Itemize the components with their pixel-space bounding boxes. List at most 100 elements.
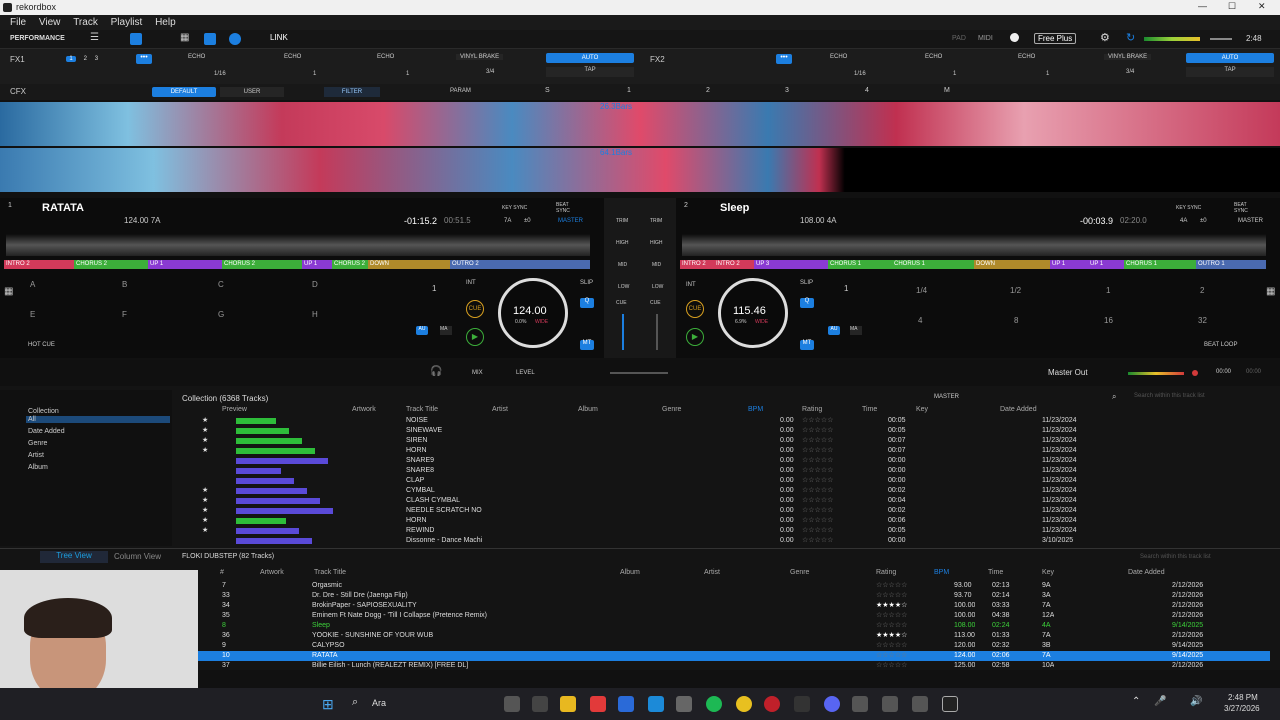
fx-panel-icon[interactable] <box>130 33 142 45</box>
search-input[interactable]: Search within this track list <box>1134 393 1205 399</box>
col-time[interactable]: Time <box>988 569 1003 576</box>
deck2-beat-loop-select[interactable]: BEAT LOOP <box>1204 342 1237 348</box>
rating-stars[interactable]: ☆☆☆☆☆ <box>876 661 907 671</box>
col-track-title[interactable]: Track Title <box>406 406 438 413</box>
deck1-int-button[interactable]: INT <box>466 280 476 286</box>
deck2-cue-button[interactable]: CUE <box>686 300 704 318</box>
deck1-play-button[interactable]: ▶ <box>466 328 484 346</box>
rating-stars[interactable]: ☆☆☆☆☆ <box>802 496 833 506</box>
col-album[interactable]: Album <box>578 406 598 413</box>
table-row[interactable]: ★ ☆☆☆☆☆ SINEWAVE 0.00 00:05 11/23/2024 <box>176 426 1260 436</box>
mixer-low-2[interactable]: LOW <box>652 284 663 290</box>
deck1-ma-button[interactable]: MA <box>440 326 452 335</box>
deck2-key-adjust[interactable]: ±0 <box>1200 218 1207 224</box>
discord-icon[interactable] <box>824 696 840 712</box>
rating-stars[interactable]: ☆☆☆☆☆ <box>802 456 833 466</box>
chrome-icon[interactable] <box>736 696 752 712</box>
table-row[interactable]: ☆☆☆☆☆ 8 Sleep 108.00 02:24 4A 9/14/2025 <box>196 621 1270 631</box>
vscode-icon[interactable] <box>648 696 664 712</box>
preview-waveform[interactable] <box>236 458 328 464</box>
beat-loop-pad-2[interactable]: 2 <box>1200 286 1204 295</box>
beat-loop-pad-1[interactable]: 1 <box>1106 286 1110 295</box>
table-row[interactable]: ★ ☆☆☆☆☆ REWIND 0.00 00:05 11/23/2024 <box>176 526 1260 536</box>
rating-stars[interactable]: ☆☆☆☆☆ <box>876 581 907 591</box>
rating-stars[interactable]: ☆☆☆☆☆ <box>802 516 833 526</box>
info-icon[interactable] <box>1010 33 1019 42</box>
record-indicator[interactable] <box>1192 370 1198 376</box>
link-button[interactable]: LINK <box>270 33 288 42</box>
hot-cue-pad-d[interactable]: D <box>312 280 318 289</box>
col-bpm[interactable]: BPM <box>748 406 763 413</box>
master-out-select[interactable]: Master Out <box>1048 368 1088 377</box>
deck1-au-button[interactable]: AU <box>416 326 428 335</box>
preview-waveform[interactable] <box>236 498 320 504</box>
deck1-zoom-waveform[interactable]: 26.3Bars <box>0 102 1280 146</box>
mixer-mid-2[interactable]: MID <box>652 262 661 268</box>
mixer-low-1[interactable]: LOW <box>618 284 629 290</box>
maximize-button[interactable]: ☐ <box>1228 1 1236 12</box>
search-icon[interactable]: ⌕ <box>1112 392 1116 402</box>
tree-item[interactable]: All <box>26 416 170 423</box>
fx1-more-button[interactable]: ••• <box>136 54 152 64</box>
column-view-tab[interactable]: Column View <box>114 552 161 561</box>
star-icon[interactable]: ★ <box>202 436 208 446</box>
tree-item[interactable]: Date Added <box>28 428 65 435</box>
fx1-beat-3[interactable]: 3 <box>95 56 98 62</box>
rating-stars[interactable]: ☆☆☆☆☆ <box>802 436 833 446</box>
deck2-play-button[interactable]: ▶ <box>686 328 704 346</box>
hot-cue-pad-c[interactable]: C <box>218 280 224 289</box>
tree-item[interactable]: Album <box>28 464 48 471</box>
fx2-effect-4[interactable]: VINYL BRAKE <box>1104 54 1152 60</box>
table-row[interactable]: ☆☆☆☆☆ SNARE9 0.00 00:00 11/23/2024 <box>176 456 1260 466</box>
deck2-pad-toggle-icon[interactable]: ▦ <box>1266 286 1275 297</box>
deck1-beat-sync[interactable]: BEAT SYNC <box>556 202 576 214</box>
deck1-pad-toggle-icon[interactable]: ▦ <box>4 286 13 297</box>
mixer-high-2[interactable]: HIGH <box>650 240 663 246</box>
volume-icon[interactable]: 🔊 <box>1190 696 1202 707</box>
fx1-beat-grid[interactable]: 1 2 3 <box>66 56 116 62</box>
cfx-filter-button[interactable]: FILTER <box>324 87 380 97</box>
col-number[interactable]: # <box>220 569 224 576</box>
rating-stars[interactable]: ☆☆☆☆☆ <box>802 476 833 486</box>
mixer-cue-2[interactable]: CUE <box>650 300 661 306</box>
table-row[interactable]: ★ ☆☆☆☆☆ CLASH CYMBAL 0.00 00:04 11/23/2024 <box>176 496 1260 506</box>
deck1-key-sync[interactable]: KEY SYNC <box>502 205 527 211</box>
channel-fader-1[interactable] <box>622 314 624 350</box>
master-select[interactable]: MASTER <box>934 394 959 400</box>
app-icon[interactable] <box>676 696 692 712</box>
col-artwork[interactable]: Artwork <box>260 569 284 576</box>
file-explorer-icon[interactable] <box>560 696 576 712</box>
col-rating[interactable]: Rating <box>876 569 896 576</box>
preview-waveform[interactable] <box>236 508 333 514</box>
rating-stars[interactable]: ☆☆☆☆☆ <box>802 446 833 456</box>
deck2-key-sync[interactable]: KEY SYNC <box>1176 205 1201 211</box>
beat-loop-pad-8[interactable]: 8 <box>1014 316 1018 325</box>
rating-stars[interactable]: ☆☆☆☆☆ <box>802 486 833 496</box>
menu-track[interactable]: Track <box>73 15 98 30</box>
rating-stars[interactable]: ☆☆☆☆☆ <box>802 466 833 476</box>
app-icon[interactable] <box>912 696 928 712</box>
table-row[interactable]: ★ ☆☆☆☆☆ HORN 0.00 00:07 11/23/2024 <box>176 446 1260 456</box>
rating-stars[interactable]: ☆☆☆☆☆ <box>876 611 907 621</box>
deck1-key-adjust[interactable]: ±0 <box>524 218 531 224</box>
settings-icon[interactable]: ⚙ <box>1100 31 1110 44</box>
table-row[interactable]: ★ ☆☆☆☆☆ NEEDLE SCRATCH NO 0.00 00:02 11/23/20… <box>176 506 1260 516</box>
hot-cue-pad-h[interactable]: H <box>312 310 318 319</box>
table-row[interactable]: ☆☆☆☆☆ 10 RATATA 124.00 02:06 7A 9/14/2025 <box>196 651 1270 661</box>
volume-slider[interactable] <box>1210 38 1232 40</box>
star-icon[interactable]: ★ <box>202 416 208 426</box>
app-icon[interactable] <box>618 696 634 712</box>
col-key[interactable]: Key <box>916 406 928 413</box>
rating-stars[interactable]: ☆☆☆☆☆ <box>802 506 833 516</box>
sampler-icon[interactable] <box>204 33 216 45</box>
table-row[interactable]: ☆☆☆☆☆ 9 CALYPSO 120.00 02:32 3B 9/14/2025 <box>196 641 1270 651</box>
fx1-auto-button[interactable]: AUTO <box>546 53 634 63</box>
search-icon[interactable]: ⌕ <box>352 696 358 709</box>
col-preview[interactable]: Preview <box>222 406 247 413</box>
star-icon[interactable]: ★ <box>202 526 208 536</box>
tree-view-tab[interactable]: Tree View <box>40 551 108 563</box>
search-input[interactable]: Search within this track list <box>1140 554 1211 560</box>
grid-icon[interactable]: ▦ <box>180 32 189 43</box>
tree-item[interactable]: Collection <box>28 408 59 415</box>
deck1-master-button[interactable]: MASTER <box>558 218 583 224</box>
